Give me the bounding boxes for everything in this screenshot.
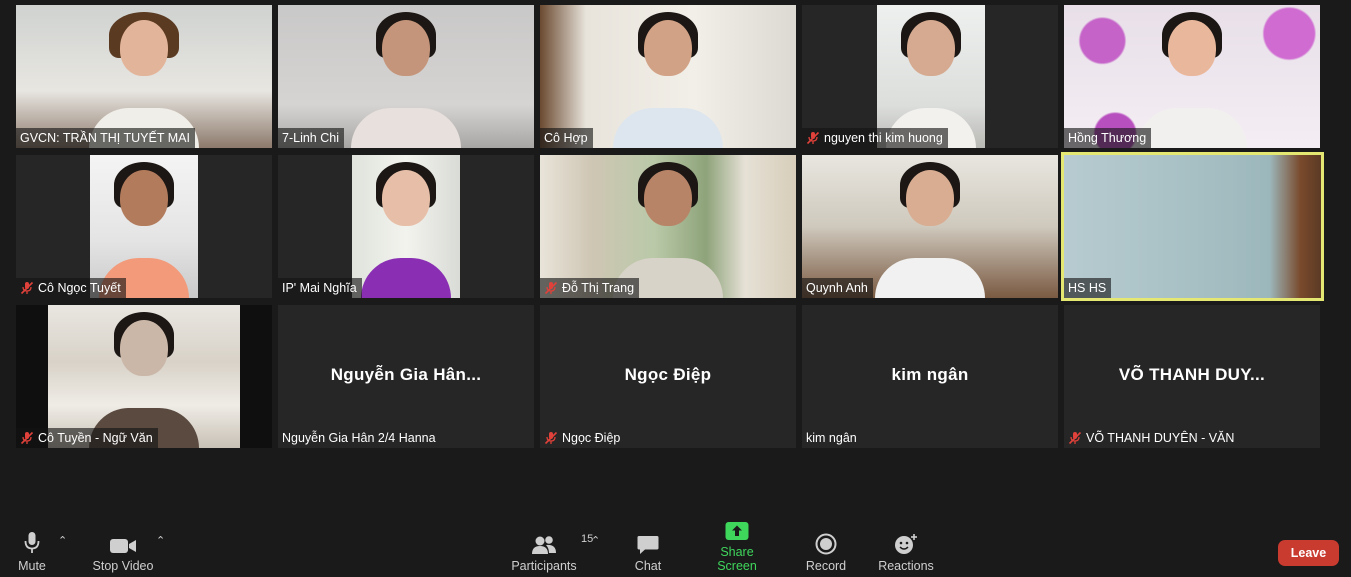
participant-name: Nguyễn Gia Hân 2/4 Hanna — [282, 431, 436, 445]
participant-name: Cô Ngọc Tuyết — [38, 281, 121, 295]
reactions-label: Reactions — [878, 559, 934, 573]
participant-tile[interactable]: Ngọc Điệp Ngọc Điệp — [540, 305, 796, 448]
participant-video — [90, 155, 198, 298]
participant-name-tag: VÕ THANH DUYÊN - VĂN — [1064, 428, 1239, 448]
participant-video — [16, 5, 272, 148]
participant-tile[interactable]: Quynh Anh — [802, 155, 1058, 298]
participant-name-tag: Quynh Anh — [802, 278, 873, 298]
record-label: Record — [805, 559, 847, 573]
microphone-muted-icon — [544, 281, 558, 295]
microphone-muted-icon — [806, 131, 820, 145]
participant-display-name: Nguyễn Gia Hân... — [330, 365, 482, 384]
participant-video — [278, 5, 534, 148]
participant-name-tag: Cô Tuyền - Ngữ Văn — [16, 428, 158, 448]
participant-name: Cô Tuyền - Ngữ Văn — [38, 431, 153, 445]
participant-tile[interactable]: VÕ THANH DUY... VÕ THANH DUYÊN - VĂN — [1064, 305, 1320, 448]
participant-name: HS HS — [1068, 281, 1107, 295]
share-screen-icon — [725, 522, 749, 540]
participant-tile[interactable]: nguyen thi kim huong — [802, 5, 1058, 148]
participant-name: IP' Mai Nghĩa — [282, 281, 357, 295]
participant-name-tag: Hồng Thương — [1064, 128, 1152, 148]
participant-tile-active-speaker[interactable]: HS HS — [1061, 152, 1324, 301]
participant-display-name: VÕ THANH DUY... — [1118, 365, 1266, 384]
mute-button[interactable]: Mute — [15, 529, 49, 573]
participant-tile[interactable]: 7-Linh Chi — [278, 5, 534, 148]
microphone-icon — [24, 532, 40, 553]
participant-name: nguyen thi kim huong — [824, 131, 943, 145]
participants-label: Participants — [511, 559, 577, 573]
meeting-toolbar: Mute ⌃ Stop Video ⌃ 15 Participants ⌃ Ch… — [0, 522, 1351, 577]
reactions-smiley-icon — [895, 534, 917, 554]
participant-tile[interactable]: Cô Hợp — [540, 5, 796, 148]
record-button[interactable]: Record — [805, 529, 847, 573]
participant-name: 7-Linh Chi — [282, 131, 339, 145]
video-camera-icon — [110, 539, 136, 553]
participant-video — [48, 305, 240, 448]
participant-tile[interactable]: Cô Ngọc Tuyết — [16, 155, 272, 298]
stop-video-button[interactable]: Stop Video — [90, 529, 156, 573]
participant-tile[interactable]: IP' Mai Nghĩa — [278, 155, 534, 298]
participant-name: GVCN: TRẦN THỊ TUYẾT MAI — [20, 131, 190, 145]
participant-video — [1064, 5, 1320, 148]
participant-name-tag: HS HS — [1064, 278, 1112, 298]
participant-name-tag: Ngọc Điệp — [540, 428, 625, 448]
participant-name: VÕ THANH DUYÊN - VĂN — [1086, 431, 1235, 445]
microphone-muted-icon — [1068, 431, 1082, 445]
participant-name-tag: Đỗ Thị Trang — [540, 278, 640, 298]
participant-name-tag: Cô Ngọc Tuyết — [16, 278, 126, 298]
video-options-chevron-up-icon[interactable]: ⌃ — [156, 534, 165, 547]
participant-video — [540, 5, 796, 148]
participant-name: Quynh Anh — [806, 281, 868, 295]
participant-tile[interactable]: Đỗ Thị Trang — [540, 155, 796, 298]
reactions-button[interactable]: Reactions — [878, 529, 934, 573]
record-icon — [815, 533, 837, 555]
participant-name: kim ngân — [806, 431, 857, 445]
chat-label: Chat — [634, 559, 662, 573]
audio-options-chevron-up-icon[interactable]: ⌃ — [58, 534, 67, 547]
participant-tile[interactable]: Cô Tuyền - Ngữ Văn — [16, 305, 272, 448]
participant-video — [352, 155, 460, 298]
participant-tile[interactable]: Nguyễn Gia Hân... Nguyễn Gia Hân 2/4 Han… — [278, 305, 534, 448]
participant-name: Ngọc Điệp — [562, 431, 621, 445]
participant-name-tag: kim ngân — [802, 428, 862, 448]
participant-name-tag: Nguyễn Gia Hân 2/4 Hanna — [278, 428, 441, 448]
share-screen-button[interactable]: Share Screen — [700, 515, 774, 573]
participant-video — [540, 155, 796, 298]
participant-video — [1064, 155, 1321, 298]
participant-name: Đỗ Thị Trang — [562, 281, 635, 295]
participants-icon — [532, 536, 556, 554]
participant-name-tag: GVCN: TRẦN THỊ TUYẾT MAI — [16, 128, 195, 148]
participant-tile[interactable]: GVCN: TRẦN THỊ TUYẾT MAI — [16, 5, 272, 148]
share-screen-label: Share Screen — [717, 545, 757, 573]
microphone-muted-icon — [544, 431, 558, 445]
participants-options-chevron-up-icon[interactable]: ⌃ — [591, 534, 600, 547]
participant-name-tag: 7-Linh Chi — [278, 128, 344, 148]
participant-name-tag: IP' Mai Nghĩa — [278, 278, 362, 298]
participant-display-name: kim ngân — [891, 365, 969, 384]
stop-video-label: Stop Video — [92, 559, 154, 573]
participant-tile[interactable]: kim ngân kim ngân — [802, 305, 1058, 448]
video-grid: GVCN: TRẦN THỊ TUYẾT MAI 7-Linh Chi Cô H… — [0, 0, 1351, 520]
chat-button[interactable]: Chat — [630, 529, 666, 573]
leave-meeting-button[interactable]: Leave — [1278, 540, 1339, 566]
participant-name-tag: nguyen thi kim huong — [802, 128, 948, 148]
participant-video — [877, 5, 985, 148]
participant-display-name: Ngọc Điệp — [624, 365, 712, 384]
participant-name: Cô Hợp — [544, 131, 588, 145]
mute-label: Mute — [18, 559, 46, 573]
microphone-muted-icon — [20, 281, 34, 295]
participant-tile[interactable]: Hồng Thương — [1064, 5, 1320, 148]
participant-video — [802, 155, 1058, 298]
participant-name-tag: Cô Hợp — [540, 128, 593, 148]
chat-bubble-icon — [637, 536, 659, 554]
participants-button[interactable]: 15 Participants — [508, 529, 593, 573]
participant-name: Hồng Thương — [1068, 131, 1147, 145]
microphone-muted-icon — [20, 431, 34, 445]
